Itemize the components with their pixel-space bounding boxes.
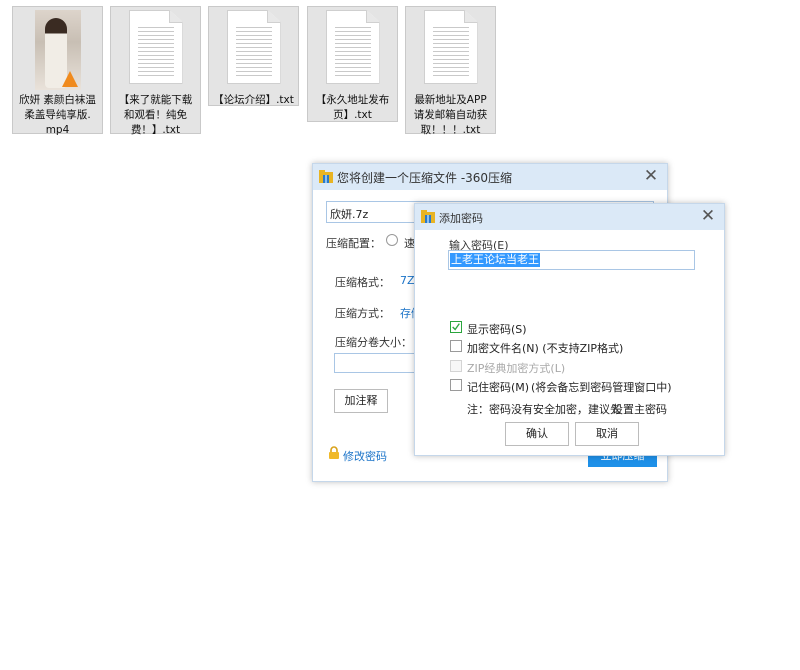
password-dialog-title: 添加密码 xyxy=(439,212,483,225)
archive-app-icon xyxy=(319,170,333,183)
method-label: 压缩方式： xyxy=(335,307,390,320)
show-password-label: 显示密码(S) xyxy=(467,323,527,336)
zip-classic-label: ZIP经典加密方式(L) xyxy=(467,362,566,375)
cancel-button[interactable]: 取消 xyxy=(575,422,639,446)
close-icon[interactable]: ✕ xyxy=(641,166,661,186)
file-item-video[interactable]: 欣妍 素颜白袜温 柔盖导纯享版. mp4 xyxy=(12,6,103,136)
file-name: 最新地址及APP 请发邮箱自动获 取！！！.txt xyxy=(413,94,488,136)
add-comment-button[interactable]: 加注释 xyxy=(334,389,388,413)
text-file-icon xyxy=(423,10,478,84)
file-item-txt[interactable]: 最新地址及APP 请发邮箱自动获 取！！！.txt xyxy=(405,6,496,136)
remember-password-note: (将会备忘到密码管理窗口中) xyxy=(531,381,672,394)
remember-password-label: 记住密码(M) xyxy=(467,381,530,394)
compress-dialog-title: 您将创建一个压缩文件 -360压缩 xyxy=(337,171,513,185)
format-value[interactable]: 7Z xyxy=(400,274,415,287)
confirm-button[interactable]: 确认 xyxy=(505,422,569,446)
show-password-checkbox[interactable] xyxy=(450,321,462,333)
file-name: 欣妍 素颜白袜温 柔盖导纯享版. mp4 xyxy=(19,94,96,136)
file-item-txt[interactable]: 【来了就能下载 和观看！纯免 费！】.txt xyxy=(110,6,201,136)
modify-password-link[interactable]: 修改密码 xyxy=(343,448,387,464)
file-item-txt[interactable]: 【永久地址发布 页】.txt xyxy=(307,6,398,122)
text-file-icon xyxy=(226,10,281,84)
video-thumbnail xyxy=(34,10,81,90)
file-name: 【论坛介绍】.txt xyxy=(213,94,294,106)
config-label: 压缩配置： xyxy=(326,237,381,250)
encrypt-filenames-checkbox[interactable] xyxy=(450,340,462,352)
lock-icon xyxy=(329,446,339,459)
close-icon[interactable]: ✕ xyxy=(698,206,718,226)
archive-filename-value: 欣妍.7z xyxy=(330,208,369,221)
text-file-icon xyxy=(325,10,380,84)
zip-classic-checkbox xyxy=(450,360,462,372)
file-name: 【来了就能下载 和观看！纯免 费！】.txt xyxy=(118,94,193,136)
checkmark-icon xyxy=(452,323,460,331)
format-label: 压缩格式： xyxy=(335,276,390,289)
add-password-dialog: 添加密码 ✕ 输入密码(E) 上老王论坛当老王 显示密码(S) 加密文件名(N)… xyxy=(414,203,725,456)
config-radio[interactable] xyxy=(386,234,398,246)
file-name: 【永久地址发布 页】.txt xyxy=(315,94,390,121)
encrypt-filenames-label: 加密文件名(N) (不支持ZIP格式) xyxy=(467,342,624,355)
compress-dialog-titlebar: 您将创建一个压缩文件 -360压缩 ✕ xyxy=(313,164,667,190)
password-input[interactable]: 上老王论坛当老王 xyxy=(448,250,695,270)
text-file-icon xyxy=(128,10,183,84)
set-master-password-link[interactable]: 设置主密码 xyxy=(612,401,667,417)
password-dialog-titlebar: 添加密码 ✕ xyxy=(415,204,724,230)
split-size-label: 压缩分卷大小： xyxy=(335,336,412,349)
archive-app-icon xyxy=(421,210,435,223)
remember-password-checkbox[interactable] xyxy=(450,379,462,391)
security-note: 注：密码没有安全加密，建议先 xyxy=(467,403,621,416)
file-item-txt[interactable]: 【论坛介绍】.txt xyxy=(208,6,299,106)
password-value: 上老王论坛当老王 xyxy=(450,253,540,267)
